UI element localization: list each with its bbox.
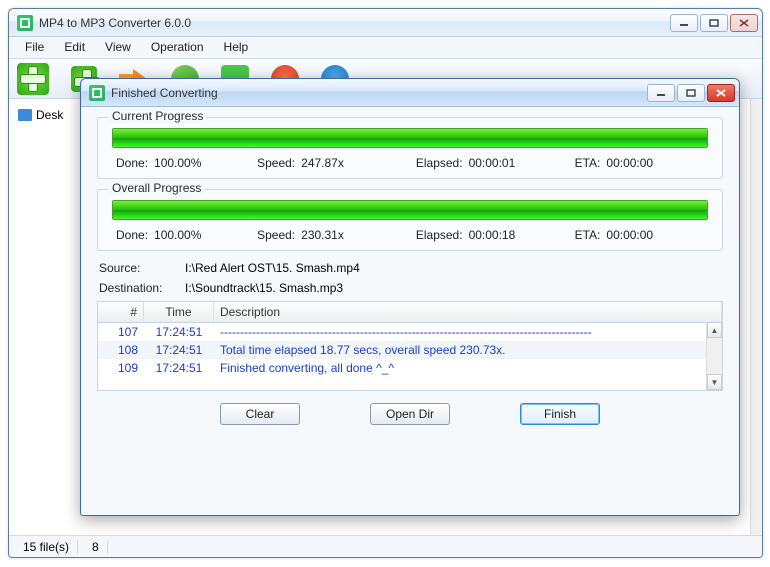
destination-value: I:\Soundtrack\15. Smash.mp3: [185, 281, 343, 295]
add-files-icon[interactable]: [17, 63, 49, 95]
minimize-button[interactable]: [670, 14, 698, 32]
log-col-time[interactable]: Time: [144, 302, 214, 322]
eta-value: 00:00:00: [606, 228, 653, 242]
log-row[interactable]: 108 17:24:51 Total time elapsed 18.77 se…: [98, 341, 722, 359]
menubar: File Edit View Operation Help: [9, 37, 762, 59]
done-value: 100.00%: [154, 156, 201, 170]
log-col-description[interactable]: Description: [214, 302, 722, 322]
open-dir-button[interactable]: Open Dir: [370, 403, 450, 425]
source-row: Source: I:\Red Alert OST\15. Smash.mp4: [97, 261, 723, 275]
current-progress-group: Current Progress Done:100.00% Speed:247.…: [97, 117, 723, 179]
folder-tree[interactable]: Desk: [9, 99, 87, 535]
log-row[interactable]: 109 17:24:51 Finished converting, all do…: [98, 359, 722, 377]
status-file-count: 15 file(s): [15, 540, 78, 554]
speed-label: Speed:: [257, 228, 295, 242]
log-row[interactable]: 107 17:24:51 ---------------------------…: [98, 323, 722, 341]
destination-label: Destination:: [99, 281, 185, 295]
speed-label: Speed:: [257, 156, 295, 170]
overall-progress-group: Overall Progress Done:100.00% Speed:230.…: [97, 189, 723, 251]
speed-value: 230.31x: [301, 228, 344, 242]
dialog-app-icon: [89, 85, 105, 101]
scroll-up-icon[interactable]: ▲: [707, 322, 722, 338]
menu-edit[interactable]: Edit: [54, 37, 95, 58]
menu-operation[interactable]: Operation: [141, 37, 214, 58]
main-titlebar: MP4 to MP3 Converter 6.0.0: [9, 9, 762, 37]
dialog-minimize-button[interactable]: [647, 84, 675, 102]
current-progress-label: Current Progress: [108, 109, 207, 123]
destination-row: Destination: I:\Soundtrack\15. Smash.mp3: [97, 281, 723, 295]
log-header: # Time Description: [98, 302, 722, 323]
source-label: Source:: [99, 261, 185, 275]
finished-dialog: Finished Converting Current Progress Don…: [80, 78, 740, 516]
current-progress-bar: [112, 128, 708, 148]
clear-button[interactable]: Clear: [220, 403, 300, 425]
maximize-button[interactable]: [700, 14, 728, 32]
app-title: MP4 to MP3 Converter 6.0.0: [39, 16, 670, 30]
dialog-close-button[interactable]: [707, 84, 735, 102]
monitor-icon: [18, 109, 32, 121]
status-selected: 8: [84, 540, 108, 554]
close-button[interactable]: [730, 14, 758, 32]
done-label: Done:: [116, 228, 148, 242]
menu-help[interactable]: Help: [214, 37, 259, 58]
eta-value: 00:00:00: [606, 156, 653, 170]
dialog-title: Finished Converting: [111, 86, 647, 100]
app-icon: [17, 15, 33, 31]
menu-view[interactable]: View: [95, 37, 141, 58]
overall-progress-bar: [112, 200, 708, 220]
tree-item-desktop[interactable]: Desk: [15, 105, 81, 125]
dialog-maximize-button[interactable]: [677, 84, 705, 102]
statusbar: 15 file(s) 8: [9, 535, 762, 557]
elapsed-label: Elapsed:: [416, 156, 463, 170]
menu-file[interactable]: File: [15, 37, 54, 58]
log-col-number[interactable]: #: [98, 302, 144, 322]
log-panel: # Time Description 107 17:24:51 --------…: [97, 301, 723, 391]
tree-item-label: Desk: [36, 108, 63, 122]
dialog-titlebar: Finished Converting: [81, 79, 739, 107]
eta-label: ETA:: [575, 228, 601, 242]
scroll-down-icon[interactable]: ▼: [707, 374, 722, 390]
elapsed-value: 00:00:18: [469, 228, 516, 242]
scrollbar-main[interactable]: [750, 99, 762, 535]
finish-button[interactable]: Finish: [520, 403, 600, 425]
elapsed-label: Elapsed:: [416, 228, 463, 242]
source-value: I:\Red Alert OST\15. Smash.mp4: [185, 261, 360, 275]
eta-label: ETA:: [575, 156, 601, 170]
log-scrollbar[interactable]: ▲ ▼: [706, 322, 722, 390]
speed-value: 247.87x: [301, 156, 344, 170]
done-value: 100.00%: [154, 228, 201, 242]
elapsed-value: 00:00:01: [469, 156, 516, 170]
done-label: Done:: [116, 156, 148, 170]
overall-progress-label: Overall Progress: [108, 181, 205, 195]
